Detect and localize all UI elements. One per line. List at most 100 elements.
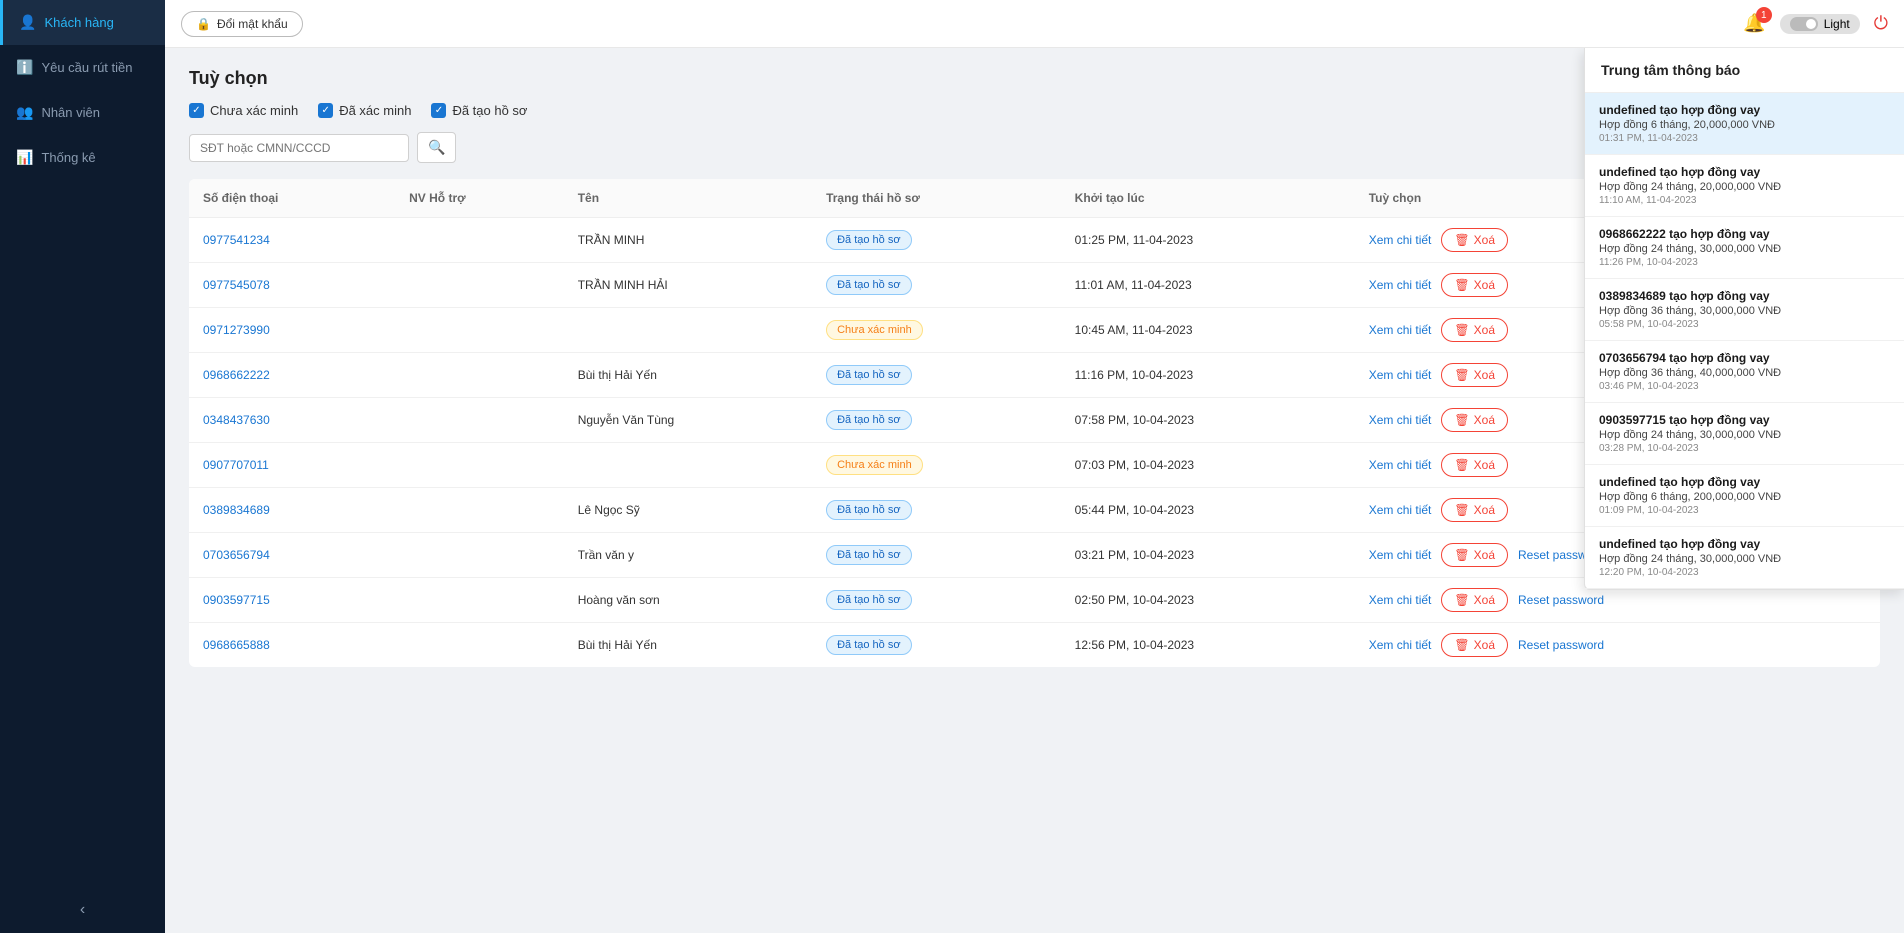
notification-item[interactable]: 0903597715 tạo hợp đồng vay Hợp đồng 24 … — [1585, 403, 1904, 465]
notification-item[interactable]: undefined tạo hợp đồng vay Hợp đồng 6 th… — [1585, 93, 1904, 155]
delete-button[interactable]: 🗑 Xoá — [1441, 363, 1508, 387]
notification-item[interactable]: 0703656794 tạo hợp đồng vay Hợp đồng 36 … — [1585, 341, 1904, 403]
cell-name: Hoàng văn sơn — [564, 578, 812, 623]
checkbox-da-xac-minh[interactable]: ✓ — [318, 103, 333, 118]
view-detail-button[interactable]: Xem chi tiết — [1369, 278, 1432, 292]
notif-time: 03:46 PM, 10-04-2023 — [1599, 381, 1890, 392]
search-button[interactable]: 🔍 — [417, 132, 456, 163]
phone-link[interactable]: 0968665888 — [203, 638, 270, 652]
cell-time: 11:01 AM, 11-04-2023 — [1061, 263, 1355, 308]
notif-title: 0903597715 tạo hợp đồng vay — [1599, 413, 1890, 427]
cell-status: Đã tạo hồ sơ — [812, 488, 1061, 533]
view-detail-button[interactable]: Xem chi tiết — [1369, 503, 1432, 517]
delete-button[interactable]: 🗑 Xoá — [1441, 273, 1508, 297]
phone-link[interactable]: 0971273990 — [203, 323, 270, 337]
cell-nv — [395, 488, 564, 533]
trash-icon: 🗑 — [1454, 458, 1469, 472]
cell-status: Đã tạo hồ sơ — [812, 533, 1061, 578]
view-detail-button[interactable]: Xem chi tiết — [1369, 458, 1432, 472]
status-badge: Đã tạo hồ sơ — [826, 230, 911, 250]
notif-desc: Hợp đồng 6 tháng, 20,000,000 VNĐ — [1599, 119, 1890, 131]
filter-da-tao-ho-so[interactable]: ✓ Đã tạo hồ sơ — [431, 103, 527, 118]
users-icon: 👥 — [16, 104, 33, 121]
notif-time: 11:26 PM, 10-04-2023 — [1599, 257, 1890, 268]
phone-link[interactable]: 0348437630 — [203, 413, 270, 427]
view-detail-button[interactable]: Xem chi tiết — [1369, 323, 1432, 337]
delete-button[interactable]: 🗑 Xoá — [1441, 543, 1508, 567]
phone-link[interactable]: 0977541234 — [203, 233, 270, 247]
view-detail-button[interactable]: Xem chi tiết — [1369, 593, 1432, 607]
sidebar-item-nhan-vien[interactable]: 👥 Nhân viên — [0, 90, 165, 135]
phone-link[interactable]: 0903597715 — [203, 593, 270, 607]
notification-item[interactable]: 0389834689 tạo hợp đồng vay Hợp đồng 36 … — [1585, 279, 1904, 341]
notification-item[interactable]: undefined tạo hợp đồng vay Hợp đồng 6 th… — [1585, 465, 1904, 527]
delete-button[interactable]: 🗑 Xoá — [1441, 498, 1508, 522]
cell-phone: 0977541234 — [189, 218, 395, 263]
topbar-right: 🔔 1 Light ⏻ — [1743, 13, 1888, 34]
notification-panel: Trung tâm thông báo undefined tạo hợp đồ… — [1584, 48, 1904, 590]
delete-button[interactable]: 🗑 Xoá — [1441, 408, 1508, 432]
phone-link[interactable]: 0968662222 — [203, 368, 270, 382]
status-badge: Đã tạo hồ sơ — [826, 545, 911, 565]
cell-time: 02:50 PM, 10-04-2023 — [1061, 578, 1355, 623]
notification-button[interactable]: 🔔 1 — [1743, 13, 1765, 34]
sidebar-item-yeu-cau-rut-tien[interactable]: ℹ️ Yêu cầu rút tiền — [0, 45, 165, 90]
cell-phone: 0907707011 — [189, 443, 395, 488]
cell-name — [564, 443, 812, 488]
checkbox-da-tao-ho-so[interactable]: ✓ — [431, 103, 446, 118]
trash-icon: 🗑 — [1454, 638, 1469, 652]
theme-toggle[interactable]: Light — [1780, 14, 1860, 34]
cell-time: 07:03 PM, 10-04-2023 — [1061, 443, 1355, 488]
cell-name: Nguyễn Văn Tùng — [564, 398, 812, 443]
view-detail-button[interactable]: Xem chi tiết — [1369, 548, 1432, 562]
phone-link[interactable]: 0907707011 — [203, 458, 269, 472]
cell-status: Đã tạo hồ sơ — [812, 578, 1061, 623]
delete-button[interactable]: 🗑 Xoá — [1441, 633, 1508, 657]
trash-icon: 🗑 — [1454, 233, 1469, 247]
notification-item[interactable]: undefined tạo hợp đồng vay Hợp đồng 24 t… — [1585, 527, 1904, 589]
delete-button[interactable]: 🗑 Xoá — [1441, 588, 1508, 612]
checkbox-chua-xac-minh[interactable]: ✓ — [189, 103, 204, 118]
cell-phone: 0977545078 — [189, 263, 395, 308]
view-detail-button[interactable]: Xem chi tiết — [1369, 413, 1432, 427]
notif-time: 01:31 PM, 11-04-2023 — [1599, 133, 1890, 144]
phone-link[interactable]: 0977545078 — [203, 278, 270, 292]
view-detail-button[interactable]: Xem chi tiết — [1369, 233, 1432, 247]
cell-nv — [395, 263, 564, 308]
trash-icon: 🗑 — [1454, 548, 1469, 562]
status-badge: Đã tạo hồ sơ — [826, 275, 911, 295]
cell-action: Xem chi tiết 🗑 Xoá Reset password — [1355, 623, 1880, 668]
trash-icon: 🗑 — [1454, 593, 1469, 607]
phone-link[interactable]: 0703656794 — [203, 548, 270, 562]
power-button[interactable]: ⏻ — [1874, 13, 1888, 34]
search-input[interactable] — [189, 134, 409, 162]
filter-label: Đã tạo hồ sơ — [452, 103, 527, 118]
view-detail-button[interactable]: Xem chi tiết — [1369, 368, 1432, 382]
sidebar-collapse-button[interactable]: ‹ — [0, 887, 165, 933]
sidebar: 👤 Khách hàng ℹ️ Yêu cầu rút tiền 👥 Nhân … — [0, 0, 165, 933]
delete-button[interactable]: 🗑 Xoá — [1441, 318, 1508, 342]
cell-time: 05:44 PM, 10-04-2023 — [1061, 488, 1355, 533]
trash-icon: 🗑 — [1454, 503, 1469, 517]
reset-password-button[interactable]: Reset password — [1518, 638, 1604, 652]
cell-name: Lê Ngọc Sỹ — [564, 488, 812, 533]
notification-item[interactable]: 0968662222 tạo hợp đồng vay Hợp đồng 24 … — [1585, 217, 1904, 279]
sidebar-item-thong-ke[interactable]: 📊 Thống kê — [0, 135, 165, 180]
sidebar-item-khach-hang[interactable]: 👤 Khách hàng — [0, 0, 165, 45]
filter-da-xac-minh[interactable]: ✓ Đã xác minh — [318, 103, 411, 118]
notification-item[interactable]: undefined tạo hợp đồng vay Hợp đồng 24 t… — [1585, 155, 1904, 217]
toggle-knob[interactable] — [1790, 17, 1818, 31]
view-detail-button[interactable]: Xem chi tiết — [1369, 638, 1432, 652]
cell-nv — [395, 218, 564, 263]
cell-time: 11:16 PM, 10-04-2023 — [1061, 353, 1355, 398]
info-icon: ℹ️ — [16, 59, 33, 76]
change-password-button[interactable]: 🔒 Đổi mật khẩu — [181, 11, 303, 37]
phone-link[interactable]: 0389834689 — [203, 503, 270, 517]
filter-chua-xac-minh[interactable]: ✓ Chưa xác minh — [189, 103, 298, 118]
cell-name: TRẦN MINH HẢI — [564, 263, 812, 308]
reset-password-button[interactable]: Reset password — [1518, 593, 1604, 607]
notif-title: 0389834689 tạo hợp đồng vay — [1599, 289, 1890, 303]
delete-button[interactable]: 🗑 Xoá — [1441, 228, 1508, 252]
delete-button[interactable]: 🗑 Xoá — [1441, 453, 1508, 477]
cell-phone: 0968665888 — [189, 623, 395, 668]
